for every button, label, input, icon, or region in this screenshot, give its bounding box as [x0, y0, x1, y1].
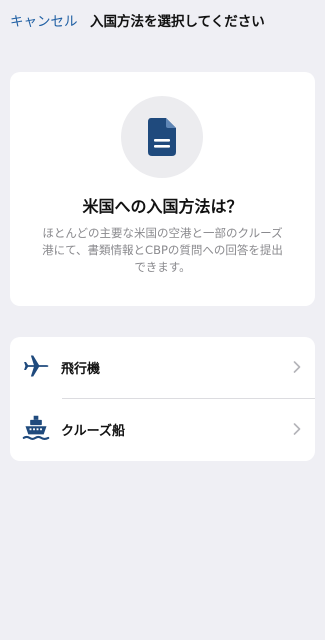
document-icon-badge: [121, 96, 203, 178]
ship-icon: [22, 415, 50, 440]
option-cruise-ship[interactable]: クルーズ船: [10, 399, 315, 460]
navigation-bar: キャンセル 入国方法を選択してください: [0, 0, 325, 40]
chevron-right-icon: [293, 423, 301, 435]
entry-method-description: ほとんどの主要な米国の空港と一部のクルーズ港にて、書類情報とCBPの質問への回答…: [42, 226, 283, 274]
airplane-icon: [24, 355, 49, 377]
document-icon: [148, 118, 176, 156]
chevron-right-icon: [293, 361, 301, 373]
info-card: 米国への入国方法は？ ほとんどの主要な米国の空港と一部のクルーズ港にて、書類情報…: [10, 72, 315, 306]
option-cruise-ship-label: クルーズ船: [61, 424, 125, 439]
page-title: 入国方法を選択してください: [90, 14, 265, 30]
cancel-button[interactable]: キャンセル: [10, 10, 78, 30]
option-airplane[interactable]: 飛行機: [10, 337, 315, 398]
entry-method-heading: 米国への入国方法は？: [82, 197, 243, 216]
option-airplane-label: 飛行機: [61, 362, 101, 377]
entry-options-list: 飛行機 クルーズ船: [10, 337, 315, 461]
